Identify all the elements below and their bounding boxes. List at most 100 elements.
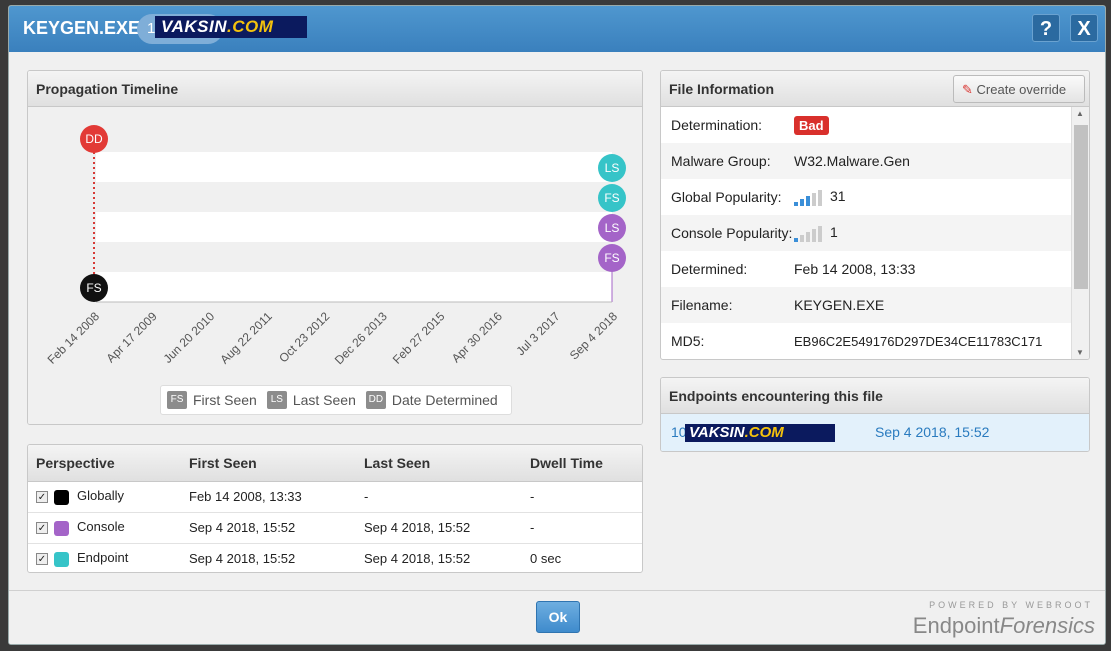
x-tick-label: Apr 30 2016 [449,309,505,365]
console-popularity-value: 1 [830,224,838,241]
legend-dd-box: DD [365,391,386,409]
fi-label: MD5: [671,333,705,349]
dwell-cell: 0 sec [522,543,642,572]
last-seen-cell: Sep 4 2018, 15:52 [356,543,522,572]
close-button[interactable]: X [1070,14,1098,42]
marker-ls-endpoint[interactable]: LS [598,154,626,182]
x-tick-label: Jun 20 2010 [161,309,218,366]
marker-ls-endpoint-label: LS [605,161,620,175]
fi-value: Feb 14 2008, 13:33 [794,261,916,277]
color-swatch-globally [54,489,69,505]
brand-logo: EndpointForensics [912,613,1095,638]
global-popularity-bars-icon [794,189,824,206]
perspective-cell: ✓ Console [28,512,181,544]
dwell-cell: - [522,481,642,513]
perspective-cell: ✓ Endpoint [28,543,181,572]
legend-fs-box: FS [167,391,187,409]
list-item: MD5: EB96C2E549176D297DE34CE11783C171 [661,323,1071,359]
file-info-scrollbar[interactable]: ▲ ▼ [1071,107,1089,359]
endpoint-watermark-logo: VAKSIN.COM [685,424,835,442]
endpoint-date: Sep 4 2018, 15:52 [875,424,990,440]
perspective-header-row: Perspective First Seen Last Seen Dwell T… [28,445,642,482]
first-seen-cell: Sep 4 2018, 15:52 [181,512,356,544]
col-dwell-time: Dwell Time [522,445,642,482]
scroll-up-icon[interactable]: ▲ [1076,109,1084,118]
marker-fs-console[interactable]: FS [598,244,626,272]
legend-ls-label: Last Seen [292,392,356,408]
scroll-down-icon[interactable]: ▼ [1076,348,1084,357]
timeline-chart-area: DD FS LS FS LS FS Feb 14 2008 Apr 17 200… [28,107,642,424]
first-seen-cell: Feb 14 2008, 13:33 [181,481,356,513]
list-item: Global Popularity: 31 [661,179,1071,215]
checkbox-console[interactable]: ✓ [36,522,48,535]
marker-ls-console[interactable]: LS [598,214,626,242]
create-override-button[interactable]: ✎ Create override [953,75,1085,103]
file-info-rows: Determination: Bad Malware Group: W32.Malw… [661,107,1071,359]
marker-fs-endpoint[interactable]: FS [598,184,626,212]
timeline-lane [96,242,612,272]
col-first-seen: First Seen [181,445,356,482]
table-row: ✓ Console Sep 4 2018, 15:52 Sep 4 2018, 1… [28,512,642,544]
list-item: Determination: Bad [661,107,1071,143]
marker-dd-label: DD [85,132,103,146]
scrollbar-thumb[interactable] [1074,125,1088,289]
x-tick-label: Oct 23 2012 [276,309,332,365]
perspective-panel: Perspective First Seen Last Seen Dwell T… [27,444,643,573]
table-row: ✓ Globally Feb 14 2008, 13:33 - - [28,481,642,513]
legend-last-seen: LS Last Seen [266,391,356,409]
x-tick-label: Feb 27 2015 [390,309,448,367]
marker-dd[interactable]: DD [80,125,108,153]
override-icon: ✎ [962,82,973,97]
x-tick-labels: Feb 14 2008 Apr 17 2009 Jun 20 2010 Aug 22 … [45,309,621,367]
x-tick-label: Jul 3 2017 [513,309,562,358]
watermark-logo: VAKSIN.COM [155,16,307,38]
checkbox-endpoint[interactable]: ✓ [36,553,48,566]
marker-fs-global-label: FS [86,281,101,295]
help-button[interactable]: ? [1032,14,1060,42]
console-popularity-bars-icon [794,225,824,242]
first-seen-cell: Sep 4 2018, 15:52 [181,543,356,572]
x-tick-label: Dec 26 2013 [332,309,390,367]
timeline-lane [96,182,612,212]
endpoints-panel: Endpoints encountering this file 10 VAKS… [660,377,1090,452]
fi-label: Global Popularity: [671,189,782,205]
ok-button[interactable]: Ok [536,601,580,633]
marker-fs-console-label: FS [604,251,619,265]
powered-by-label: POWERED BY WEBROOT [929,600,1093,610]
fi-value: 1 [794,224,1071,242]
legend-date-determined: DD Date Determined [365,391,498,409]
marker-fs-endpoint-label: FS [604,191,619,205]
timeline-header: Propagation Timeline [28,71,642,107]
dwell-cell: - [522,512,642,544]
perspective-name: Endpoint [77,550,129,566]
fi-label: Determination: [671,117,763,133]
fi-label: Console Popularity: [671,225,793,241]
list-item: Malware Group: W32.Malware.Gen [661,143,1071,179]
marker-fs-global[interactable]: FS [80,274,108,302]
perspective-cell: ✓ Globally [28,481,181,513]
endpoint-row[interactable]: 10 VAKSIN.COM Sep 4 2018, 15:52 [661,414,1089,451]
fi-label: Filename: [671,297,733,313]
timeline-legend: FS First Seen LS Last Seen DD Date Determin… [160,385,512,415]
determination-badge: Bad [794,116,829,135]
col-perspective: Perspective [28,445,181,482]
x-tick-label: Sep 4 2018 [567,309,621,363]
checkbox-globally[interactable]: ✓ [36,491,48,504]
perspective-name: Globally [77,488,124,504]
fi-value: KEYGEN.EXE [794,297,885,313]
timeline-lane [96,152,612,182]
perspective-name: Console [77,519,125,535]
list-item: Determined: Feb 14 2008, 13:33 [661,251,1071,287]
x-tick-label: Apr 17 2009 [104,309,160,365]
legend-ls-box: LS [266,391,287,409]
file-detail-dialog: KEYGEN.EXE 1 VAKSIN.COM ? X Propagation … [8,5,1106,645]
fi-value: EB96C2E549176D297DE34CE11783C171 [794,333,1043,349]
x-tick-label: Aug 22 2011 [217,309,275,367]
fi-value: Bad [794,116,1071,135]
timeline-lane [96,212,612,242]
propagation-timeline-panel: Propagation Timeline DD FS LS FS LS FS F… [27,70,643,425]
list-item: Filename: KEYGEN.EXE [661,287,1071,323]
legend-first-seen: FS First Seen [167,391,257,409]
color-swatch-console [54,520,69,536]
dialog-footer: Ok POWERED BY WEBROOT EndpointForensics [9,590,1105,644]
